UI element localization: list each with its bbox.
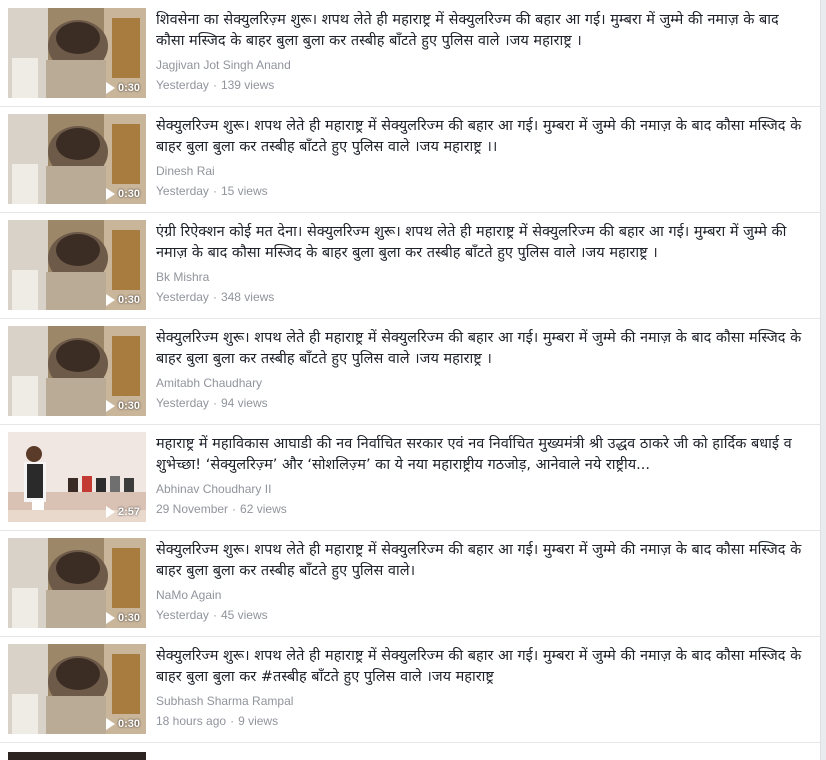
play-icon	[105, 82, 115, 94]
meta-separator: ·	[212, 608, 217, 622]
duration-text: 0:30	[117, 294, 140, 306]
meta-separator: ·	[212, 290, 217, 304]
duration-text: 0:30	[117, 188, 140, 200]
video-item[interactable]: 0:30 सेक्युलरिज्म शुरू। शपथ लेते ही महारा…	[0, 530, 820, 637]
play-icon	[105, 188, 115, 200]
duration-text: 0:30	[117, 400, 140, 412]
play-icon	[105, 612, 115, 624]
play-icon	[105, 718, 115, 730]
video-time: 29 November	[156, 502, 229, 516]
video-time: 18 hours ago	[156, 714, 227, 728]
play-icon	[105, 400, 115, 412]
video-author[interactable]: Dinesh Rai	[156, 164, 215, 178]
video-meta: 29 November · 62 views	[156, 502, 287, 516]
next-video-thumbnail[interactable]	[8, 752, 146, 760]
video-author[interactable]: Subhash Sharma Rampal	[156, 694, 293, 708]
video-time: Yesterday	[156, 78, 209, 92]
play-icon	[105, 294, 115, 306]
meta-separator: ·	[212, 396, 217, 410]
video-time: Yesterday	[156, 396, 209, 410]
video-duration: 0:30	[105, 188, 140, 200]
play-icon	[105, 506, 115, 518]
video-views: 139 views	[220, 78, 275, 92]
video-thumbnail[interactable]: 2:57	[8, 432, 146, 522]
video-item[interactable]: 0:30 सेक्युलरिज्म शुरू। शपथ लेते ही महारा…	[0, 106, 820, 213]
video-title[interactable]: महाराष्ट्र में महाविकास आघाडी की नव निर्…	[156, 434, 802, 476]
meta-separator: ·	[212, 78, 217, 92]
video-title[interactable]: सेक्युलरिज्म शुरू। शपथ लेते ही महाराष्ट्…	[156, 116, 802, 158]
video-views: 45 views	[220, 608, 268, 622]
video-time: Yesterday	[156, 290, 209, 304]
video-meta: 18 hours ago · 9 views	[156, 714, 278, 728]
video-views: 348 views	[220, 290, 275, 304]
video-duration: 0:30	[105, 82, 140, 94]
video-meta: Yesterday · 45 views	[156, 608, 268, 622]
video-thumbnail[interactable]: 0:30	[8, 114, 146, 204]
video-item[interactable]: 0:30 सेक्युलरिज्म शुरू। शपथ लेते ही महारा…	[0, 318, 820, 425]
video-thumbnail[interactable]: 0:30	[8, 326, 146, 416]
video-time: Yesterday	[156, 608, 209, 622]
duration-text: 0:30	[117, 612, 140, 624]
video-author[interactable]: Amitabh Chaudhary	[156, 376, 262, 390]
video-title[interactable]: सेक्युलरिज्म शुरू। शपथ लेते ही महाराष्ट्…	[156, 646, 802, 688]
video-item[interactable]: 0:30 सेक्युलरिज्म शुरू। शपथ लेते ही महारा…	[0, 636, 820, 743]
video-author[interactable]: Jagjivan Jot Singh Anand	[156, 58, 291, 72]
video-item[interactable]: 2:57 महाराष्ट्र में महाविकास आघाडी की नव …	[0, 424, 820, 531]
video-duration: 0:30	[105, 612, 140, 624]
meta-separator: ·	[212, 184, 217, 198]
video-meta: Yesterday · 94 views	[156, 396, 268, 410]
video-views: 62 views	[240, 502, 287, 516]
duration-text: 0:30	[117, 718, 140, 730]
video-views: 9 views	[238, 714, 279, 728]
video-author[interactable]: NaMo Again	[156, 588, 221, 602]
video-duration: 0:30	[105, 294, 140, 306]
video-thumbnail[interactable]: 0:30	[8, 8, 146, 98]
video-author[interactable]: Bk Mishra	[156, 270, 209, 284]
video-item[interactable]: 0:30 एंग्री रिऐक्शन कोई मत देना। सेक्युलर…	[0, 212, 820, 319]
meta-separator: ·	[230, 714, 235, 728]
video-meta: Yesterday · 348 views	[156, 290, 274, 304]
video-duration: 2:57	[105, 506, 140, 518]
duration-text: 0:30	[117, 82, 140, 94]
video-author[interactable]: Abhinav Choudhary II	[156, 482, 271, 496]
video-item[interactable]: 0:30 शिवसेना का सेक्युलरिज़्म शुरू। शपथ ल…	[0, 0, 820, 107]
video-duration: 0:30	[105, 400, 140, 412]
video-meta: Yesterday · 139 views	[156, 78, 274, 92]
video-thumbnail[interactable]: 0:30	[8, 538, 146, 628]
video-meta: Yesterday · 15 views	[156, 184, 268, 198]
video-title[interactable]: शिवसेना का सेक्युलरिज़्म शुरू। शपथ लेते …	[156, 10, 802, 52]
video-title[interactable]: सेक्युलरिज्म शुरू। शपथ लेते ही महाराष्ट्…	[156, 540, 802, 582]
video-thumbnail[interactable]: 0:30	[8, 220, 146, 310]
video-duration: 0:30	[105, 718, 140, 730]
video-time: Yesterday	[156, 184, 209, 198]
video-views: 94 views	[220, 396, 268, 410]
video-thumbnail[interactable]: 0:30	[8, 644, 146, 734]
meta-separator: ·	[232, 502, 237, 516]
duration-text: 2:57	[117, 506, 140, 518]
video-title[interactable]: एंग्री रिऐक्शन कोई मत देना। सेक्युलरिज्म…	[156, 222, 802, 264]
video-views: 15 views	[220, 184, 268, 198]
video-title[interactable]: सेक्युलरिज्म शुरू। शपथ लेते ही महाराष्ट्…	[156, 328, 802, 370]
video-results-list: 0:30 शिवसेना का सेक्युलरिज़्म शुरू। शपथ ल…	[0, 0, 821, 760]
